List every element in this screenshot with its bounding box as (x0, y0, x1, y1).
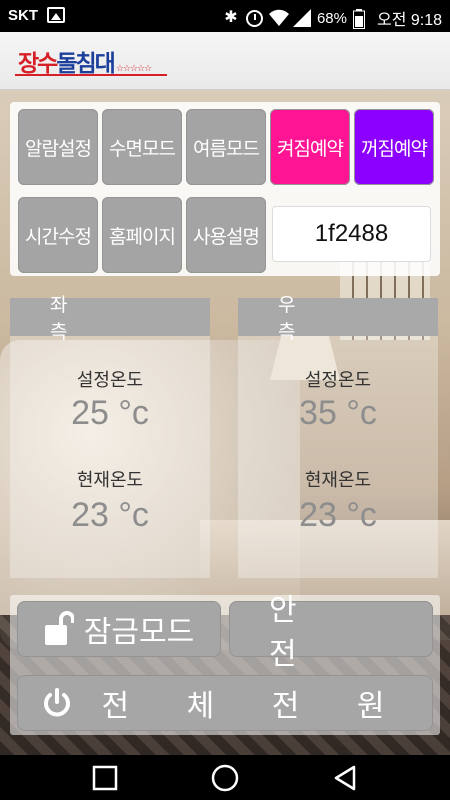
gallery-icon (47, 7, 65, 23)
brand-logo: 장수돌침대 ☆☆☆☆☆ (15, 44, 167, 78)
sleep-mode-button[interactable]: 수면모드 (102, 109, 182, 185)
left-set-temp-label: 설정온도 (76, 370, 144, 391)
left-current-temp-value: 23 °c (71, 496, 149, 534)
alarm-setting-button[interactable]: 알람설정 (18, 109, 98, 185)
summer-mode-button[interactable]: 여름모드 (186, 109, 266, 185)
left-side-panel[interactable]: 좌 측 설정온도 25 °c 현재온도 23 °c (10, 294, 210, 578)
recent-apps-button[interactable] (85, 763, 125, 793)
battery-icon (352, 9, 371, 29)
right-side-panel[interactable]: 우 측 설정온도 35 °c 현재온도 23 °c (238, 294, 438, 578)
right-current-temp-value: 23 °c (299, 496, 377, 534)
device-code-display: 1f2488 (272, 206, 431, 262)
function-button-panel: 알람설정 수면모드 여름모드 켜짐예약 꺼짐예약 시간수정 홈페이지 사용설명 … (10, 102, 440, 276)
user-manual-button[interactable]: 사용설명 (186, 197, 266, 273)
left-set-temp-value: 25 °c (71, 394, 149, 432)
unlock-icon (44, 611, 75, 647)
right-set-temp-label: 설정온도 (304, 370, 372, 391)
right-current-temp-label: 현재온도 (304, 470, 372, 491)
homepage-button[interactable]: 홈페이지 (102, 197, 182, 273)
right-set-temp-value: 35 °c (299, 394, 377, 432)
alarm-icon (245, 9, 263, 27)
logo-underline (15, 74, 167, 76)
bluetooth-icon: ✱ (224, 9, 238, 26)
lock-mode-label: 잠금모드 (83, 615, 195, 650)
left-current-temp-label: 현재온도 (76, 470, 144, 491)
left-side-title: 좌 측 (10, 294, 210, 343)
lock-mode-button[interactable]: 잠금모드 (17, 601, 221, 657)
power-off-reserve-button[interactable]: 꺼짐예약 (354, 109, 434, 185)
power-icon (41, 687, 73, 719)
signal-icon (292, 9, 311, 27)
clock-time: 오전 9:18 (376, 12, 442, 29)
control-panel: 잠금모드 안 전 전 체 전 원 (10, 593, 440, 735)
home-button[interactable] (205, 763, 245, 793)
power-on-reserve-button[interactable]: 켜짐예약 (270, 109, 350, 185)
app-header: 장수돌침대 ☆☆☆☆☆ (0, 32, 450, 90)
safety-button[interactable]: 안 전 (229, 593, 433, 672)
back-button[interactable] (325, 763, 365, 793)
logo-stars: ☆☆☆☆☆ (115, 64, 152, 74)
battery-percent: 68% (316, 9, 347, 27)
wifi-icon (268, 9, 289, 27)
all-power-button[interactable]: 전 체 전 원 (17, 675, 433, 731)
all-power-label: 전 체 전 원 (101, 689, 409, 724)
status-bar: SKT ✱ 68% 오전 9:18 (0, 0, 450, 32)
time-adjust-button[interactable]: 시간수정 (18, 197, 98, 273)
carrier-label: SKT (8, 7, 38, 24)
navigation-bar (0, 755, 450, 800)
right-side-title: 우 측 (238, 294, 438, 343)
status-icons: ✱ 68% 오전 9:18 (222, 6, 442, 30)
